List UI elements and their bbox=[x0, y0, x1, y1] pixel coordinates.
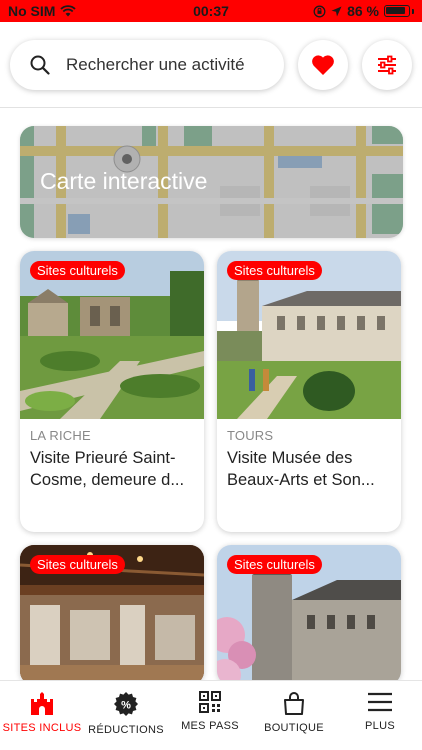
battery-percent: 86 % bbox=[347, 3, 379, 19]
category-badge: Sites culturels bbox=[227, 555, 322, 574]
search-row bbox=[10, 40, 412, 90]
activity-card[interactable]: Sites culturels bbox=[217, 545, 401, 685]
castle-icon bbox=[31, 692, 53, 715]
svg-text:%: % bbox=[121, 700, 131, 712]
activity-card[interactable]: Sites culturels LA RICHE Visite Prieuré … bbox=[20, 251, 204, 532]
search-bar[interactable] bbox=[10, 40, 284, 90]
discount-icon: % bbox=[114, 692, 138, 716]
menu-icon bbox=[368, 692, 392, 712]
status-bar: No SIM 00:37 86 % bbox=[0, 0, 422, 22]
qr-code-icon bbox=[199, 691, 221, 713]
tab-label: BOUTIQUE bbox=[264, 722, 324, 734]
favorites-button[interactable] bbox=[298, 40, 348, 90]
bottom-tab-bar: SITES INCLUS % RÉDUCTIONS MES PASS BOUTI… bbox=[0, 680, 422, 750]
tab-label: MES PASS bbox=[181, 720, 239, 732]
tab-label: SITES INCLUS bbox=[2, 722, 82, 734]
orientation-lock-icon bbox=[313, 5, 326, 17]
interactive-map-card[interactable]: Carte interactive bbox=[20, 126, 403, 238]
tab-label: PLUS bbox=[365, 720, 395, 732]
search-icon bbox=[30, 55, 50, 75]
category-badge: Sites culturels bbox=[30, 261, 125, 280]
activity-card[interactable]: Sites culturels TOURS Visite Musée des B… bbox=[217, 251, 401, 532]
tab-label: RÉDUCTIONS bbox=[88, 724, 164, 736]
header-divider bbox=[0, 107, 422, 108]
search-input[interactable] bbox=[66, 55, 266, 75]
tab-sites-inclus[interactable]: SITES INCLUS bbox=[0, 691, 84, 734]
tab-reductions[interactable]: % RÉDUCTIONS bbox=[84, 691, 168, 736]
map-card-label: Carte interactive bbox=[40, 168, 208, 194]
heart-icon bbox=[312, 55, 334, 75]
filters-button[interactable] bbox=[362, 40, 412, 90]
activity-card[interactable]: Sites culturels bbox=[20, 545, 204, 685]
card-title: Visite Prieuré Saint-Cosme, demeure d... bbox=[30, 449, 185, 489]
tab-boutique[interactable]: BOUTIQUE bbox=[252, 691, 336, 734]
location-arrow-icon bbox=[331, 6, 342, 16]
tab-plus[interactable]: PLUS bbox=[338, 691, 422, 732]
card-location: LA RICHE bbox=[30, 428, 91, 443]
card-location: TOURS bbox=[227, 428, 274, 443]
battery-icon bbox=[384, 5, 410, 17]
category-badge: Sites culturels bbox=[30, 555, 125, 574]
card-title: Visite Musée des Beaux-Arts et Son... bbox=[227, 449, 375, 489]
category-badge: Sites culturels bbox=[227, 261, 322, 280]
sliders-icon bbox=[378, 55, 396, 75]
shopping-bag-icon bbox=[284, 692, 304, 715]
tab-mes-pass[interactable]: MES PASS bbox=[168, 691, 252, 732]
